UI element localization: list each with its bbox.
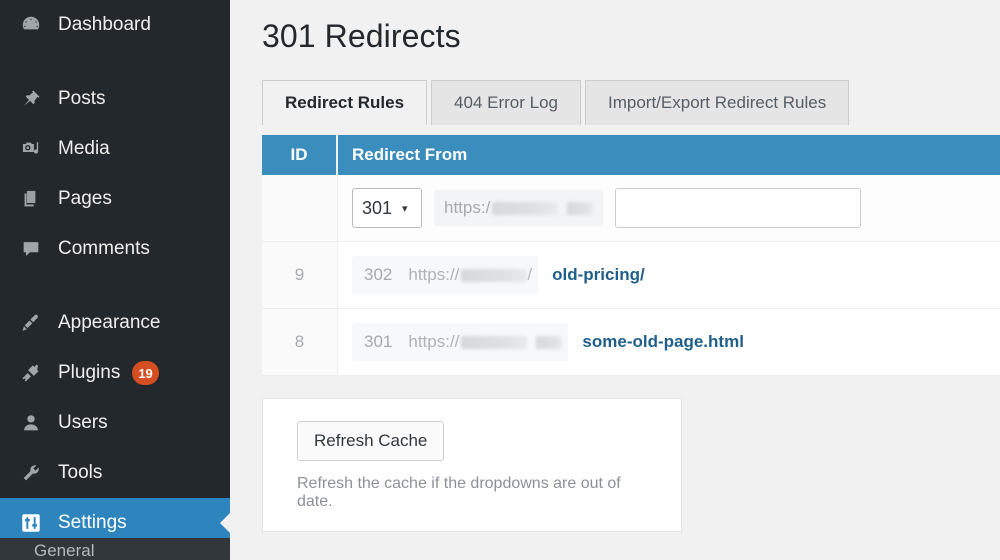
sidebar-item-users[interactable]: Users [0, 398, 230, 448]
row-path-wrapper: old-pricing/ [538, 256, 659, 294]
row-url-separator: / [527, 265, 533, 284]
row-url-protocol: https:// [408, 265, 460, 284]
sidebar-item-pages[interactable]: Pages [0, 174, 230, 224]
redacted-domain [461, 268, 528, 282]
sidebar-submenu-general[interactable]: General [0, 538, 230, 560]
wordpress-admin-screen: Dashboard Posts Media Pages Comments App… [0, 0, 1000, 560]
redacted-domain [492, 201, 559, 215]
user-icon [12, 398, 50, 448]
row-path-wrapper: some-old-page.html [568, 323, 758, 361]
sidebar-item-comments[interactable]: Comments [0, 224, 230, 274]
plug-icon [12, 348, 50, 398]
pin-icon [12, 74, 50, 124]
chevron-down-icon: ▾ [402, 202, 408, 215]
tab-redirect-rules[interactable]: Redirect Rules [262, 80, 428, 125]
sidebar-item-plugins[interactable]: Plugins 19 [0, 348, 230, 398]
add-row-from-cell: 301 ▾ https:/ [338, 175, 1000, 241]
admin-sidebar: Dashboard Posts Media Pages Comments App… [0, 0, 230, 560]
row-path-link[interactable]: old-pricing/ [552, 265, 645, 285]
sidebar-item-label: Dashboard [58, 14, 151, 35]
sidebar-item-label: Users [58, 412, 108, 433]
site-url-prefix-text: https:/ [444, 198, 491, 217]
media-icon [12, 124, 50, 174]
redacted-domain-tld [567, 201, 594, 215]
row-status-code: 302 [364, 265, 393, 284]
row-id: 8 [262, 309, 338, 375]
sidebar-item-label: Media [58, 138, 110, 159]
add-row-id-cell [262, 175, 338, 241]
plugins-update-badge: 19 [132, 361, 159, 385]
sidebar-item-label: Posts [58, 88, 106, 109]
brush-icon [12, 298, 50, 348]
tab-import-export-redirect-rules[interactable]: Import/Export Redirect Rules [585, 80, 850, 125]
sidebar-item-label: Tools [58, 462, 103, 483]
sidebar-item-dashboard[interactable]: Dashboard [0, 0, 230, 50]
site-url-prefix: https:/ [434, 190, 604, 226]
redacted-domain [461, 335, 528, 349]
row-redirect-from: 301 https:// some-old-page.html [338, 309, 1000, 375]
row-path-link[interactable]: some-old-page.html [582, 332, 744, 352]
tab-bar: Redirect Rules 404 Error Log Import/Expo… [262, 80, 1000, 125]
cache-help-text: Refresh the cache if the dropdowns are o… [297, 475, 621, 510]
row-status-code: 301 [364, 332, 393, 351]
main-content: 301 Redirects Redirect Rules 404 Error L… [230, 0, 1000, 560]
pages-icon [12, 174, 50, 224]
page-title: 301 Redirects [262, 18, 461, 54]
row-url-protocol: https:// [408, 332, 460, 351]
refresh-cache-button[interactable]: Refresh Cache [297, 421, 445, 461]
dashboard-icon [12, 0, 50, 50]
cache-panel: Refresh Cache Refresh the cache if the d… [262, 398, 682, 532]
column-header-id: ID [262, 135, 338, 175]
sidebar-item-label: Pages [58, 188, 112, 209]
status-code-select[interactable]: 301 ▾ [352, 188, 422, 228]
sidebar-item-tools[interactable]: Tools [0, 448, 230, 498]
sidebar-item-posts[interactable]: Posts [0, 74, 230, 124]
redacted-domain-tld [536, 335, 563, 349]
table-row[interactable]: 9 302 https:// / old-pricing/ [262, 242, 1000, 309]
table-row[interactable]: 8 301 https:// some-old-page.html [262, 309, 1000, 376]
comments-icon [12, 224, 50, 274]
wrench-icon [12, 448, 50, 498]
sidebar-item-label: Settings [58, 512, 127, 533]
table-header-row: ID Redirect From [262, 135, 1000, 175]
redirect-from-chip: 301 https:// some-old-page.html [352, 323, 758, 361]
tab-404-error-log[interactable]: 404 Error Log [431, 80, 581, 125]
sidebar-item-appearance[interactable]: Appearance [0, 298, 230, 348]
redirect-rules-table: ID Redirect From 301 ▾ https:/ 9 302 htt… [262, 135, 1000, 376]
sidebar-item-media[interactable]: Media [0, 124, 230, 174]
sidebar-item-label: Comments [58, 238, 150, 259]
row-id: 9 [262, 242, 338, 308]
redirect-from-chip: 302 https:// / old-pricing/ [352, 256, 659, 294]
column-header-redirect-from: Redirect From [352, 145, 468, 164]
row-redirect-from: 302 https:// / old-pricing/ [338, 242, 1000, 308]
sidebar-item-label: Plugins [58, 362, 121, 383]
sidebar-item-label: Appearance [58, 312, 161, 333]
redirect-from-input[interactable] [615, 188, 862, 228]
status-code-value: 301 [362, 197, 393, 218]
add-redirect-row: 301 ▾ https:/ [262, 175, 1000, 242]
active-menu-arrow-icon [220, 512, 230, 534]
